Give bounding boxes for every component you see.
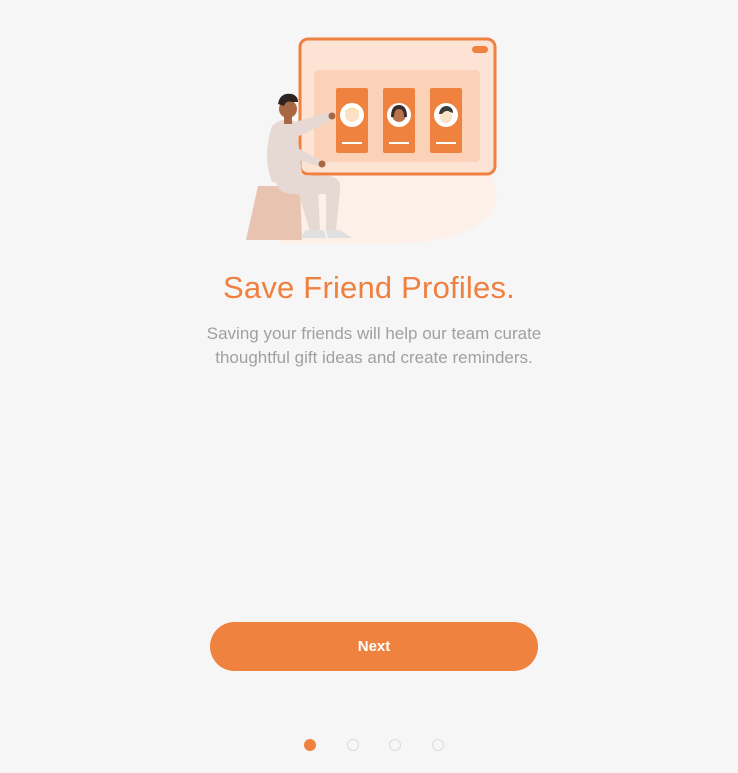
pagination-dot-4[interactable] (432, 739, 444, 751)
next-button-label: Next (357, 638, 391, 655)
pagination-dot-1[interactable] (304, 739, 316, 751)
pagination-dots (0, 739, 738, 753)
page-description: Saving your friends will help our team c… (206, 324, 542, 367)
page-title: Save Friend Profiles. (223, 270, 515, 305)
next-button[interactable]: Next (210, 622, 538, 671)
pagination-dot-3[interactable] (389, 739, 401, 751)
pagination-dot-2[interactable] (347, 739, 359, 751)
onboarding-screen: Save Friend Profiles. Saving your friend… (0, 0, 738, 773)
friend-profiles-illustration (246, 37, 497, 244)
